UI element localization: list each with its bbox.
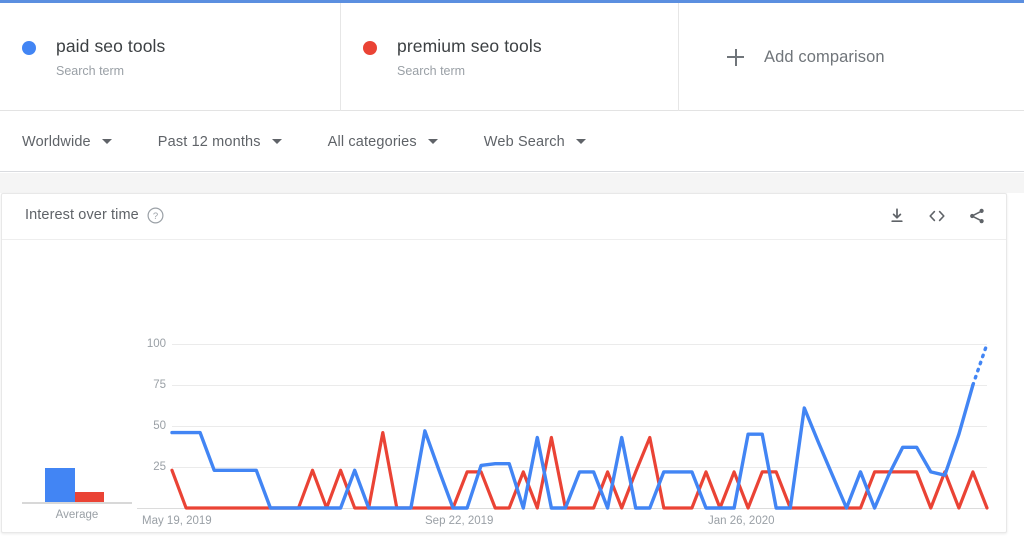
series-dot-icon-1 [363,41,377,55]
add-comparison-label: Add comparison [764,48,885,67]
svg-text:?: ? [153,211,158,222]
search-term-label-1: premium seo tools [397,35,542,57]
card-toolbar [886,205,988,227]
series-line-paid-seo-tools [172,385,973,508]
chevron-down-icon-time-range [272,139,282,144]
search-term-type-0: Search term [56,63,165,80]
search-term-card-0[interactable]: paid seo tools Search term [0,3,341,111]
google-trends-page: paid seo tools Search term premium seo t… [0,0,1024,541]
chevron-down-icon-location [102,139,112,144]
embed-code-icon[interactable] [926,205,948,227]
search-term-card-1[interactable]: premium seo tools Search term [341,3,679,111]
plus-icon [727,49,744,66]
filter-time-range[interactable]: Past 12 months [158,112,282,172]
series-dot-icon-0 [22,41,36,55]
filter-search-type-label: Web Search [484,134,565,150]
search-term-type-1: Search term [397,63,542,80]
filter-time-range-label: Past 12 months [158,134,261,150]
filter-category-label: All categories [328,134,417,150]
chevron-down-icon-category [428,139,438,144]
search-terms-row: paid seo tools Search term premium seo t… [0,3,1024,111]
add-comparison-button[interactable]: Add comparison [679,3,1024,111]
filter-search-type[interactable]: Web Search [484,112,586,172]
share-icon[interactable] [966,205,988,227]
section-divider [0,173,1024,193]
filter-location[interactable]: Worldwide [22,112,112,172]
filter-category[interactable]: All categories [328,112,438,172]
series-line-paid-seo-tools-forecast [973,344,987,385]
card-title: Interest over time [25,207,139,223]
chart-plot-area: Average 100 75 50 25 May 19, 2019 Sep 22… [2,240,1006,533]
interest-over-time-card: Interest over time ? [1,193,1007,533]
search-term-label-0: paid seo tools [56,35,165,57]
trend-lines [2,240,1006,533]
card-header: Interest over time ? [2,194,1006,240]
chevron-down-icon-search-type [576,139,586,144]
download-icon[interactable] [886,205,908,227]
filter-bar: Worldwide Past 12 months All categories … [0,112,1024,172]
help-circle-icon[interactable]: ? [147,207,164,224]
filter-location-label: Worldwide [22,134,91,150]
